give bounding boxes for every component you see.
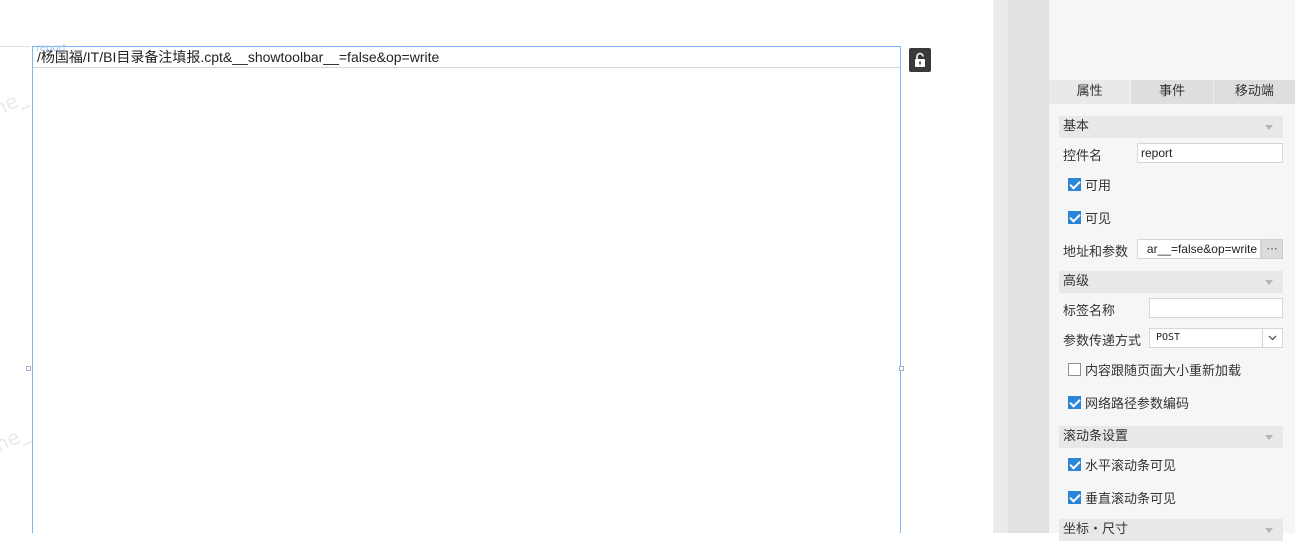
param-method-select[interactable]: POST [1149,328,1283,348]
url-edit-button[interactable]: ··· [1261,239,1283,259]
web-widget-frame[interactable] [32,46,901,533]
watermark: me_ [0,420,33,460]
tab-events[interactable]: 事件 [1131,80,1214,104]
encode-checkbox[interactable] [1068,395,1081,409]
tag-name-label: 标签名称 [1063,304,1116,319]
watermark: me_ [0,84,31,124]
section-advanced-header[interactable]: 高级 [1059,271,1283,293]
chevron-down-icon [1268,335,1277,341]
param-method-value: POST [1156,332,1181,343]
canvas-guide-line [0,46,30,47]
visible-label: 可见 [1085,211,1112,227]
visible-checkbox[interactable] [1068,210,1081,224]
panel-divider-inner [1008,0,1049,533]
reload-checkbox[interactable] [1068,362,1081,376]
hscroll-option[interactable]: 水平滚动条可见 [1068,456,1177,474]
url-params-label: 地址和参数 [1063,245,1129,260]
section-scroll-header[interactable]: 滚动条设置 [1059,426,1283,448]
tag-name-input[interactable] [1149,298,1283,318]
widget-tag-label: report [36,43,67,54]
design-canvas[interactable]: me_ me_ /杨国福/IT/BI目录备注填报.cpt&__showtoolb… [0,0,993,533]
tab-properties[interactable]: 属性 [1049,80,1132,104]
hscroll-label: 水平滚动条可见 [1085,458,1177,474]
url-params-input[interactable]: ar__=false&op=write [1137,239,1261,259]
reload-option[interactable]: 内容跟随页面大小重新加载 [1068,361,1242,379]
dropdown-button[interactable] [1262,329,1282,347]
encode-option[interactable]: 网络路径参数编码 [1068,394,1190,412]
collapse-caret-icon [1265,528,1273,533]
collapse-caret-icon [1265,125,1273,130]
collapse-caret-icon [1265,280,1273,285]
tab-mobile[interactable]: 移动端 [1213,80,1295,104]
resize-handle-right[interactable] [899,366,904,371]
enabled-checkbox[interactable] [1068,177,1081,191]
param-method-label: 参数传递方式 [1063,334,1142,349]
section-basic-header[interactable]: 基本 [1059,116,1283,138]
collapse-caret-icon [1265,435,1273,440]
property-tabs: 属性 事件 移动端 [1049,80,1295,104]
vscroll-option[interactable]: 垂直滚动条可见 [1068,489,1177,507]
section-position-title: 坐标・尺寸 [1063,522,1129,537]
widget-name-input[interactable]: report [1137,143,1283,163]
section-basic-title: 基本 [1063,119,1090,134]
vscroll-label: 垂直滚动条可见 [1085,491,1177,507]
resize-handle-left[interactable] [26,366,31,371]
section-scroll-title: 滚动条设置 [1063,429,1129,444]
widget-name-label: 控件名 [1063,149,1103,164]
visible-option[interactable]: 可见 [1068,209,1112,227]
enabled-option[interactable]: 可用 [1068,176,1112,194]
unlock-icon [915,52,925,67]
section-position-header[interactable]: 坐标・尺寸 [1059,519,1283,541]
enabled-label: 可用 [1085,178,1112,194]
widget-url-text: /杨国福/IT/BI目录备注填报.cpt&__showtoolbar__=fal… [33,47,900,68]
hscroll-checkbox[interactable] [1068,457,1081,471]
encode-label: 网络路径参数编码 [1085,396,1190,412]
lock-button[interactable] [909,48,931,72]
section-advanced-title: 高级 [1063,274,1090,289]
vscroll-checkbox[interactable] [1068,490,1081,504]
reload-label: 内容跟随页面大小重新加载 [1085,363,1242,379]
